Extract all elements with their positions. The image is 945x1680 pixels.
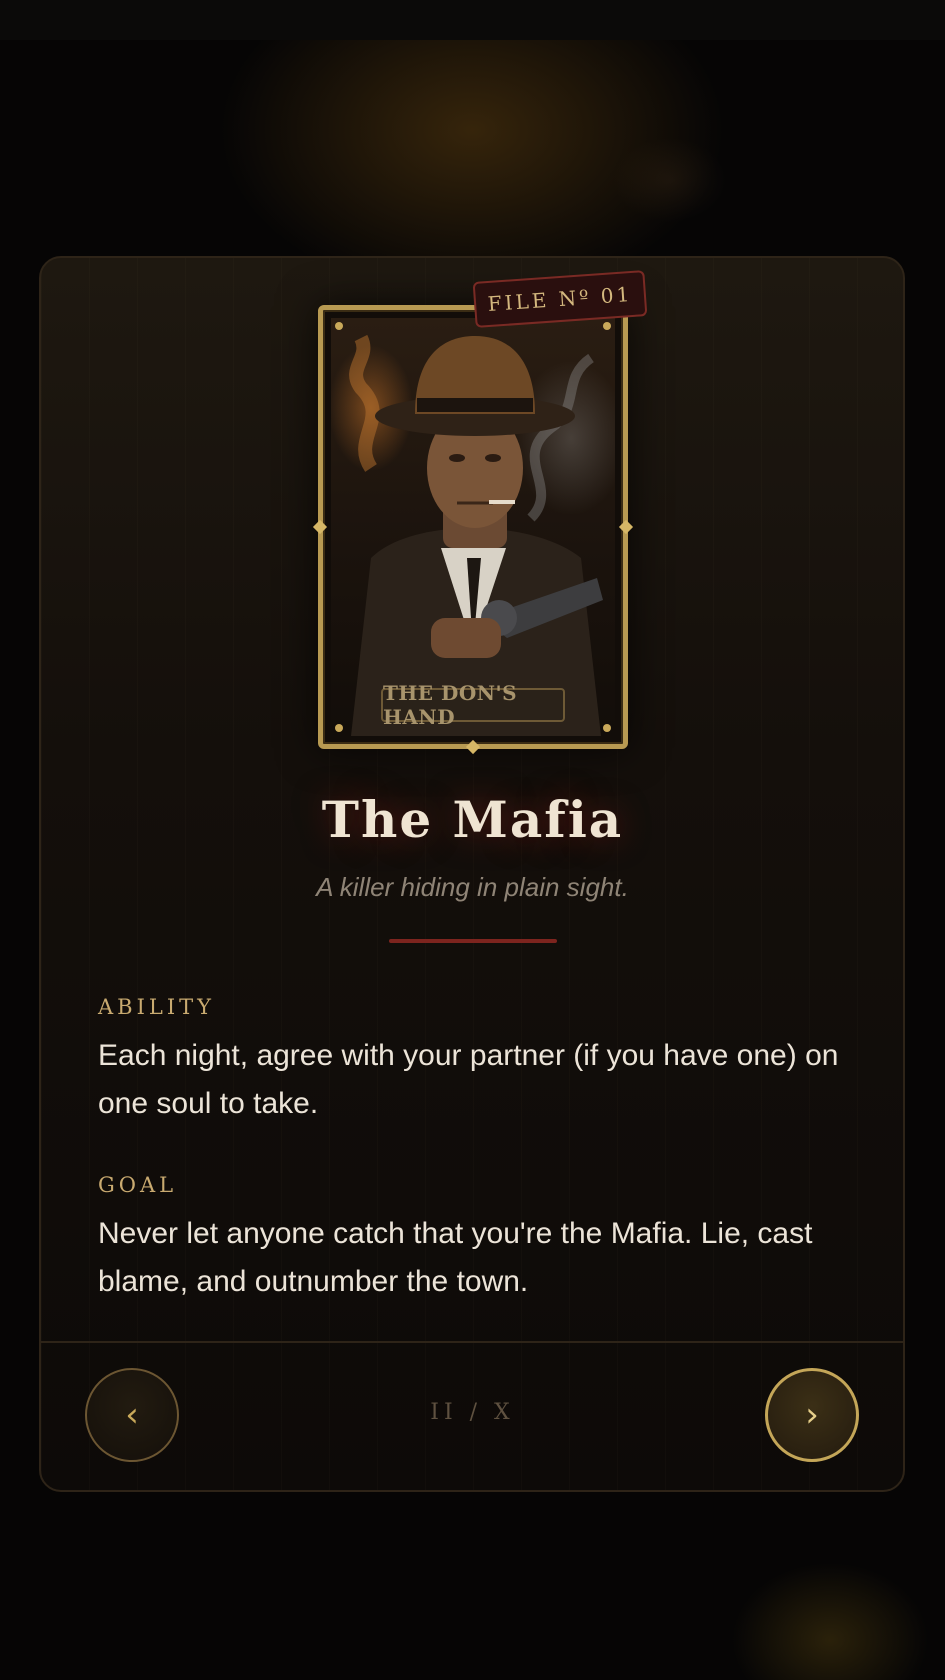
role-subtitle: A killer hiding in plain sight. [316, 872, 629, 902]
ability-text: Each night, agree with your partner (if … [98, 1039, 839, 1120]
next-button[interactable]: › [765, 1368, 859, 1462]
footer-divider [41, 1341, 903, 1343]
title-divider [389, 939, 557, 943]
corner-rivet [603, 322, 611, 330]
card-artwork: THE DON'S HAND [331, 318, 615, 736]
corner-rivet [603, 724, 611, 732]
mafia-portrait-image [349, 334, 603, 736]
top-status-bar [0, 0, 945, 40]
goal-label: GOAL [98, 1173, 178, 1197]
corner-rivet [335, 724, 343, 732]
card-nameplate: THE DON'S HAND [381, 681, 565, 729]
role-title: The Mafia [321, 790, 624, 849]
corner-rivet [335, 322, 343, 330]
chevron-right-icon: › [805, 1395, 819, 1435]
role-card: THE DON'S HAND [312, 305, 634, 755]
goal-text: Never let anyone catch that you're the M… [98, 1217, 813, 1298]
ability-label: ABILITY [98, 995, 216, 1019]
